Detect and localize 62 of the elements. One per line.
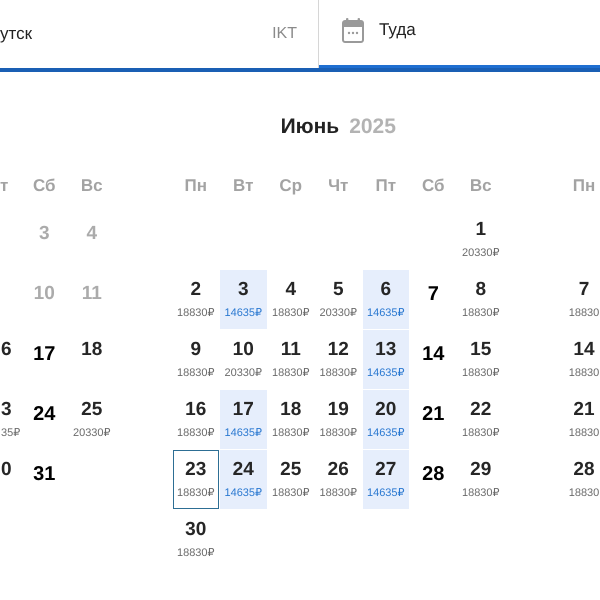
- day-cell[interactable]: 9 18830₽: [172, 330, 219, 389]
- day-cell[interactable]: 29 18830₽: [458, 450, 504, 509]
- day-cell[interactable]: 5 20330₽: [315, 270, 362, 329]
- day-cell[interactable]: 4 18830₽: [268, 270, 314, 329]
- day-cell[interactable]: 24 14635₽: [220, 450, 266, 509]
- day-cell[interactable]: 20 14635₽: [362, 390, 409, 449]
- day-cell[interactable]: 6 14635₽: [362, 270, 409, 329]
- year-label: 2025: [349, 115, 396, 139]
- day-cell[interactable]: 18: [68, 330, 115, 389]
- day-cell[interactable]: 17 14635₽: [220, 390, 266, 449]
- day-cell[interactable]: 0: [0, 450, 20, 509]
- day-cell[interactable]: 27 14635₽: [362, 450, 409, 509]
- weekday-label: Вс: [80, 175, 104, 197]
- day-cell[interactable]: 7 18830: [562, 270, 600, 329]
- day-cell-text: 11: [80, 282, 103, 306]
- day-cell[interactable]: 3 14635₽: [220, 270, 266, 329]
- day-cell[interactable]: 21 18830: [562, 390, 600, 449]
- day-cell[interactable]: 10 20330₽: [220, 330, 266, 389]
- day-cell[interactable]: 12 18830₽: [315, 330, 362, 389]
- day-cell-text: 3: [38, 222, 51, 246]
- day-cell[interactable]: 2 18830₽: [172, 270, 219, 329]
- day-cell-text: 24: [32, 402, 56, 427]
- weekday-label: Ср: [278, 175, 304, 197]
- day-cell[interactable]: 23 18830₽: [172, 450, 219, 509]
- origin-field[interactable]: утск: [0, 22, 262, 46]
- day-cell[interactable]: 1 20330₽: [458, 210, 504, 269]
- day-cell[interactable]: 13 14635₽: [362, 330, 409, 389]
- day-cell-text: 17: [32, 342, 56, 367]
- day-cell[interactable]: 19 18830₽: [315, 390, 362, 449]
- day-cell-text: 4: [85, 222, 98, 246]
- weekday-label: Вс: [468, 175, 493, 197]
- day-cell[interactable]: 25 18830₽: [268, 450, 314, 509]
- weekday-label: Пн: [184, 175, 208, 197]
- day-cell[interactable]: 16 18830₽: [172, 390, 219, 449]
- calendar-icon: [342, 18, 364, 43]
- day-cell[interactable]: 15 18830₽: [458, 330, 504, 389]
- day-cell-text: 28: [421, 462, 446, 487]
- day-cell-text: 14: [421, 342, 446, 367]
- day-cell[interactable]: 6: [0, 330, 20, 389]
- airport-code: IKT: [272, 25, 297, 43]
- day-cell-text: 10: [32, 282, 56, 306]
- day-cell[interactable]: 3 35₽: [0, 390, 20, 449]
- weekday-label: Пн: [572, 175, 596, 197]
- weekday-label: Сб: [420, 175, 446, 197]
- day-cell-text: 31: [32, 462, 56, 487]
- weekday-label: Чт: [327, 175, 350, 197]
- day-cell[interactable]: 18 18830₽: [268, 390, 314, 449]
- month-name: Июнь: [280, 115, 340, 139]
- day-cell-text: 7: [426, 282, 440, 307]
- day-cell-text: 21: [421, 402, 446, 427]
- weekday-label: т: [0, 175, 10, 197]
- weekday-label: Вт: [232, 175, 254, 197]
- day-cell[interactable]: 11 18830₽: [268, 330, 314, 389]
- day-cell[interactable]: 25 20330₽: [68, 390, 115, 449]
- day-cell[interactable]: 14 18830: [562, 330, 600, 389]
- day-cell[interactable]: 28 18830: [562, 450, 600, 509]
- day-cell[interactable]: 30 18830₽: [172, 510, 219, 569]
- day-cell[interactable]: 8 18830₽: [458, 270, 504, 329]
- weekday-label: Пт: [374, 175, 398, 197]
- day-cell[interactable]: 22 18830₽: [458, 390, 504, 449]
- day-cell[interactable]: 26 18830₽: [315, 450, 362, 509]
- weekday-label: Сб: [32, 175, 57, 197]
